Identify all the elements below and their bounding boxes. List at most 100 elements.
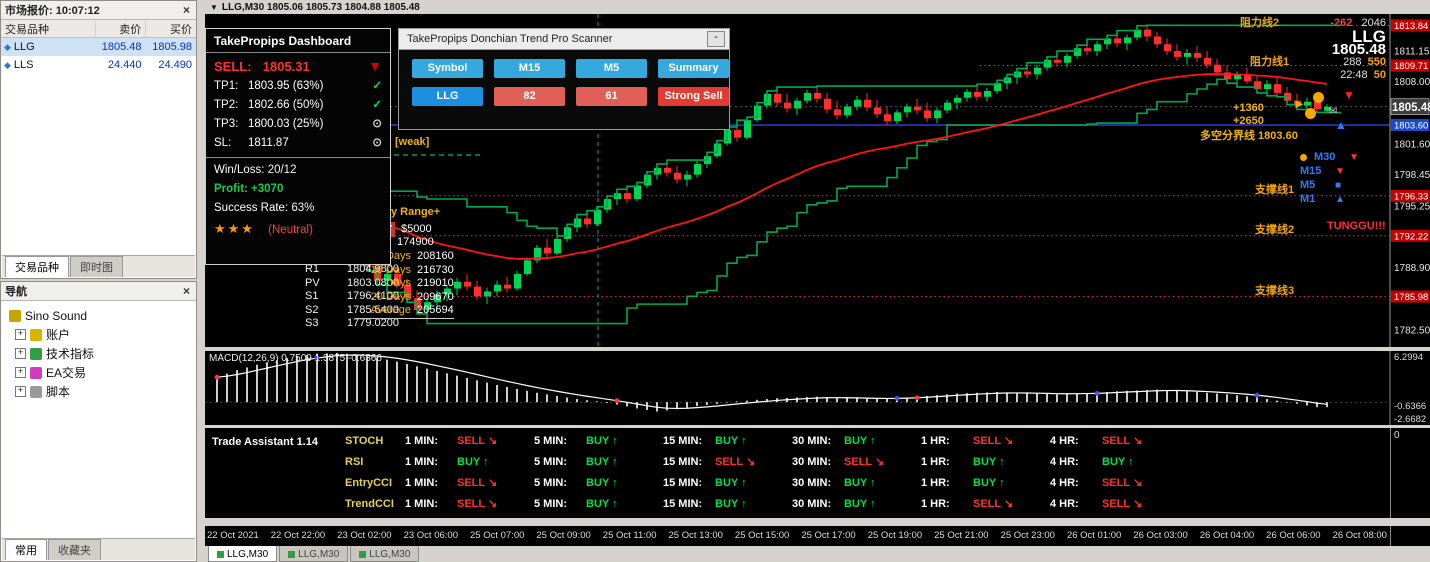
market-watch-titlebar[interactable]: 市场报价: 10:07:12 ×: [1, 1, 196, 20]
stat-change: -262: [1330, 17, 1353, 29]
navigator-titlebar[interactable]: 导航 ×: [1, 282, 196, 301]
stat-3b: 550: [1367, 56, 1386, 68]
expand-icon[interactable]: +: [15, 386, 26, 397]
expand-icon[interactable]: +: [15, 329, 26, 340]
splitter[interactable]: [205, 518, 1430, 526]
signal-cell: 15 MIN: BUY ↑: [663, 435, 792, 447]
accounts-icon: [30, 328, 42, 341]
scanner-title: TakePropips Donchian Trend Pro Scanner: [407, 33, 613, 45]
timeframe-label: M5: [1300, 179, 1316, 191]
scanner-value-cell[interactable]: 82: [494, 87, 565, 106]
signal-cell: 1 HR: SELL ↘: [921, 434, 1050, 448]
signal-value: SELL ↘: [715, 456, 756, 468]
weak-label: [weak]: [395, 136, 430, 148]
navigator-item[interactable]: + 技术指标: [1, 344, 196, 363]
stat-value: 20/12: [264, 164, 297, 176]
svg-text:1785.98: 1785.98: [1394, 292, 1428, 303]
support2-label: 支撑线2: [1255, 224, 1295, 236]
navigator-tab-0[interactable]: 常用: [5, 539, 47, 560]
column-symbol: 交易品种: [5, 23, 49, 36]
timeframe-label: 1 MIN:: [405, 455, 438, 468]
timeframe-label: 5 MIN:: [534, 434, 567, 447]
scanner-header-button[interactable]: M15: [494, 59, 565, 78]
price-label: 1782.50: [1394, 325, 1430, 336]
signal-cell: 1 MIN: BUY ↑: [405, 456, 534, 468]
scanner-header-button[interactable]: M5: [576, 59, 647, 78]
market-watch-tab-0[interactable]: 交易品种: [5, 256, 69, 277]
market-watch-row[interactable]: ◆ LLG 1805.48 1805.98: [1, 38, 196, 56]
timeframe-label: 1 HR:: [921, 497, 950, 510]
signal-value: SELL ↘: [1102, 477, 1143, 489]
ask-value: 1805.98: [152, 41, 193, 53]
chart-icon: [288, 550, 296, 558]
navigator-tabs: 常用 收藏夹: [2, 538, 195, 560]
navigator-item[interactable]: + EA交易: [1, 363, 196, 382]
chart-titlebar[interactable]: ▼ LLG,M30 1805.06 1805.73 1804.88 1805.4…: [205, 0, 1430, 14]
chart-tab[interactable]: LLG,M30: [208, 546, 278, 562]
scale-zero: 0: [1394, 430, 1400, 441]
dashboard-stat-row: Profit: +3070: [206, 180, 390, 199]
timeframe-label: 5 MIN:: [534, 476, 567, 489]
timeframe-signal-row: M30 ▼: [1300, 150, 1359, 164]
time-axis[interactable]: 22 Oct 2021 22 Oct 22:00 23 Oct 02:00 23 Oc…: [205, 526, 1430, 546]
timeframe-label: 1 HR:: [921, 476, 950, 489]
scanner-value-cell[interactable]: Strong Sell: [658, 87, 729, 106]
signal-cell: 30 MIN: BUY ↑: [792, 435, 921, 447]
trade-assistant-row: RSI 1 MIN: BUY ↑ 5 MIN: BUY ↑ 15 MIN: SELL ↘ 30…: [345, 451, 1179, 472]
scanner-titlebar[interactable]: TakePropips Donchian Trend Pro Scanner -: [399, 29, 729, 50]
macd-label: MACD(12,26,9) 0.7509 1.3875 -0.6366: [209, 353, 382, 364]
signal-cell: 4 HR: SELL ↘: [1050, 497, 1179, 511]
market-watch-tab-1[interactable]: 即时图: [70, 256, 123, 277]
dashboard-stat-row: Win/Loss: 20/12: [206, 161, 390, 180]
chart-tab[interactable]: LLG,M30: [350, 546, 420, 562]
signal-cell: 5 MIN: BUY ↑: [534, 498, 663, 510]
signal-value: SELL ↘: [457, 477, 498, 489]
close-icon[interactable]: ×: [181, 4, 192, 16]
chevron-down-icon[interactable]: ▼: [210, 3, 218, 12]
scanner-value-cell[interactable]: 61: [576, 87, 647, 106]
range-label: 10 Days: [370, 263, 411, 276]
market-watch-row[interactable]: ◆ LLS 24.440 24.490: [1, 56, 196, 74]
macd-canvas[interactable]: 6.2994 -0.6366 -2.6682: [205, 351, 1430, 425]
signal-cell: 30 MIN: BUY ↑: [792, 498, 921, 510]
close-icon[interactable]: ×: [181, 285, 192, 297]
speaker-icon: [9, 309, 21, 322]
price-label: 1798.45: [1394, 170, 1430, 181]
price-scale[interactable]: 1811.15 1808.00 1801.60 1798.45 1795.25 1788.…: [1389, 14, 1430, 347]
macd-signal-dot: [214, 374, 220, 380]
svg-text:1792.22: 1792.22: [1394, 231, 1428, 242]
expand-icon[interactable]: +: [15, 348, 26, 359]
scanner-symbol-cell[interactable]: LLG: [412, 87, 483, 106]
navigator-tab-1[interactable]: 收藏夹: [48, 539, 101, 560]
chart-tab-bar: LLG,M30 LLG,M30 LLG,M30: [205, 546, 1430, 562]
navigator-item-label: 账户: [46, 328, 71, 342]
minimize-button[interactable]: -: [707, 31, 725, 47]
navigator-item[interactable]: + 账户: [1, 325, 196, 344]
signal-cell: 5 MIN: BUY ↑: [534, 477, 663, 489]
signal-value: BUY ↑: [715, 434, 747, 447]
price-label: 1788.90: [1394, 263, 1430, 274]
alert-dot-icon: [1300, 153, 1307, 161]
macd-signal-dot: [1094, 390, 1100, 396]
timeframe-label: 30 MIN:: [792, 455, 832, 468]
svg-text:1803.60: 1803.60: [1394, 121, 1428, 132]
signal-value: BUY ↑: [715, 497, 747, 510]
trade-assistant-grid: STOCH 1 MIN: SELL ↘ 5 MIN: BUY ↑ 15 MIN: BUY ↑…: [345, 430, 1179, 514]
timeframe-label: M1: [1300, 193, 1316, 205]
time-label: 25 Oct 17:00: [801, 530, 856, 541]
macd-signal-dot: [614, 398, 620, 404]
signal-cell: 15 MIN: SELL ↘: [663, 455, 792, 469]
time-label: 25 Oct 19:00: [867, 530, 923, 541]
navigator-item[interactable]: Sino Sound: [1, 306, 196, 325]
timeframe-signal-row: M5 ■: [1300, 178, 1359, 192]
scanner-header-button[interactable]: Summary: [658, 59, 729, 78]
pivot-value: 1779.0200: [347, 317, 399, 329]
macd-signal-dot: [914, 395, 920, 401]
navigator-item[interactable]: + 脚本: [1, 382, 196, 401]
check-icon: ✓: [372, 80, 382, 92]
chart-tab[interactable]: LLG,M30: [279, 546, 349, 562]
scanner-header-button[interactable]: Symbol: [412, 59, 483, 78]
expand-icon[interactable]: +: [15, 367, 26, 378]
signal-value: BUY ↑: [715, 476, 747, 489]
timeframe-label: 5 MIN:: [534, 497, 567, 510]
